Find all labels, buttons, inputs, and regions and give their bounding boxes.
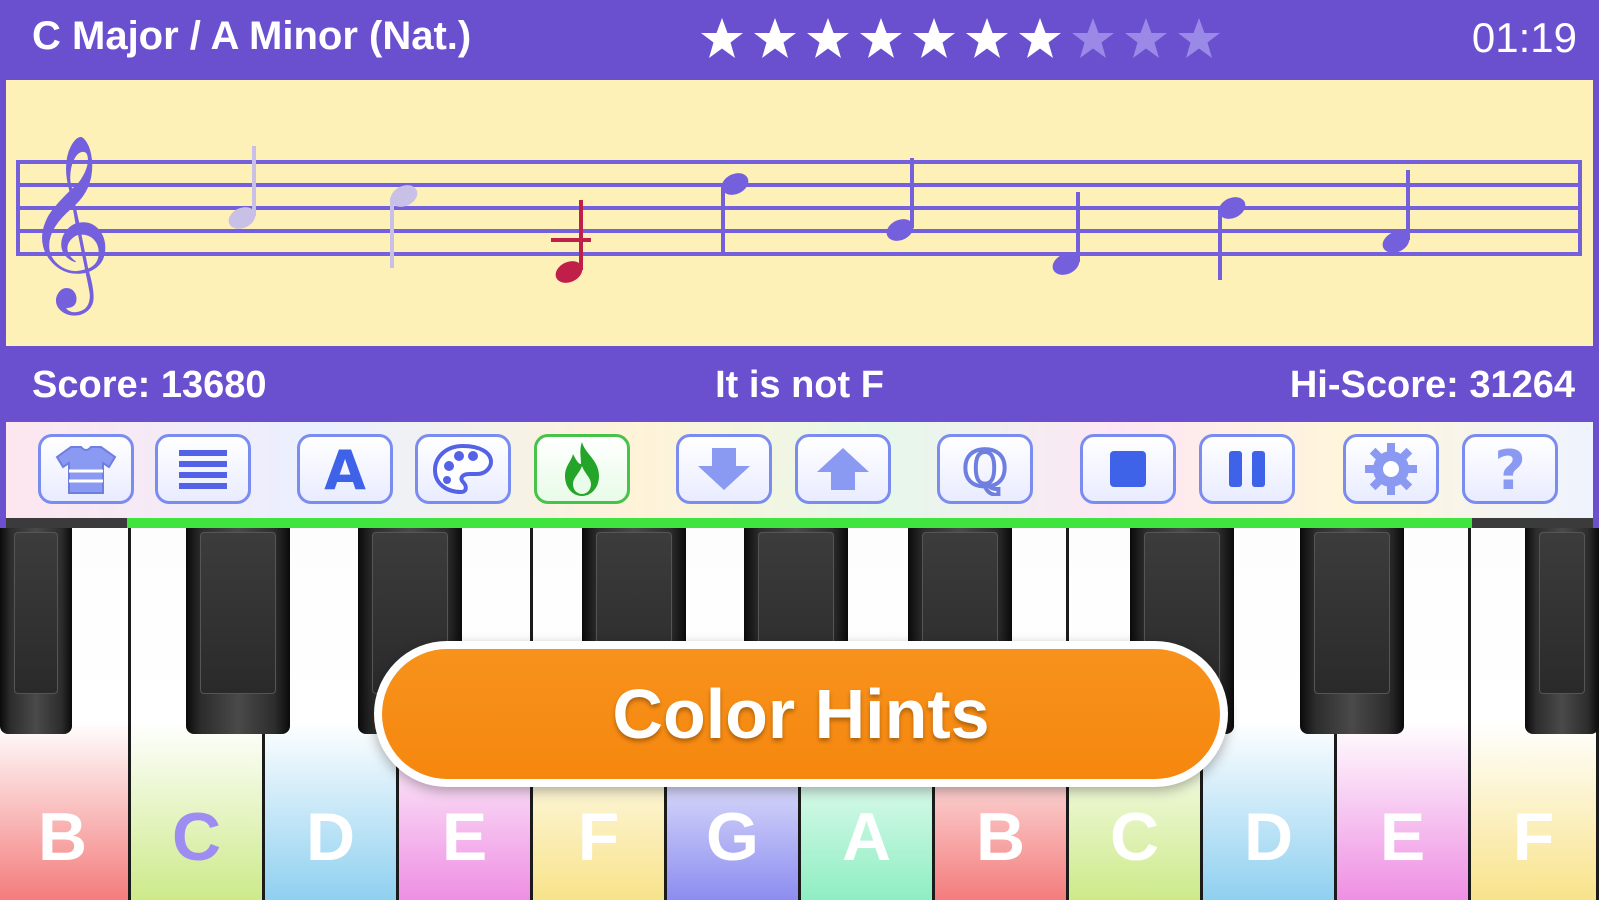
pause-icon [1229,451,1265,487]
shirt-icon [55,446,117,494]
key-letter: F [1512,799,1555,875]
key-letter: C [1109,799,1160,875]
note-pending [721,173,749,256]
star-rating [696,12,1226,68]
black-key[interactable] [1525,528,1599,734]
key-letter: A [841,799,892,875]
note-names-button[interactable]: A [297,434,393,504]
challenge-button[interactable] [534,434,630,504]
help-icon: ? [1494,441,1525,497]
key-letter: C [171,799,222,875]
stop-icon [1110,451,1146,487]
svg-text:?: ? [1494,441,1525,497]
quiz-q-icon: Q [961,442,1009,496]
note-pending [1052,192,1080,275]
key-letter: B [975,799,1026,875]
help-button[interactable]: ? [1462,434,1558,504]
key-letter: B [37,799,88,875]
svg-text:A: A [324,441,366,497]
note-pending [1218,197,1246,280]
note-faded [228,146,256,229]
key-letter: G [706,799,759,875]
notes [228,146,1410,283]
black-key[interactable] [1300,528,1404,734]
hiscore-label: Hi-Score: 31264 [1289,364,1575,406]
key-letter: D [1243,799,1294,875]
fire-icon [565,442,599,496]
star-filled-icon [1019,18,1061,58]
key-signature-title: C Major / A Minor (Nat.) [32,14,472,58]
staff-area: 𝄞 [6,80,1593,346]
menu-lines-icon [179,450,227,489]
key-letter: E [441,799,488,875]
star-filled-icon [966,18,1008,58]
note-pending [886,158,914,241]
black-key[interactable] [186,528,290,734]
note-wrong [551,200,591,283]
key-letter: E [1379,799,1426,875]
star-filled-icon [754,18,796,58]
arrow-up-icon [817,448,869,490]
key-letter: F [577,799,620,875]
letter-a-icon: A [324,441,366,497]
svg-text:Q: Q [963,442,1007,496]
star-empty-icon [1125,18,1167,58]
hint-text: Color Hints [612,675,990,753]
menu-button[interactable] [155,434,251,504]
octave-down-button[interactable] [676,434,772,504]
costume-button[interactable] [38,434,134,504]
star-empty-icon [1178,18,1220,58]
hint-banner: Color Hints [382,649,1220,779]
star-filled-icon [860,18,902,58]
music-staff: 𝄞 [16,134,1582,316]
octave-up-button[interactable] [795,434,891,504]
quiz-button[interactable]: Q [937,434,1033,504]
star-empty-icon [1072,18,1114,58]
pause-button[interactable] [1199,434,1295,504]
star-filled-icon [807,18,849,58]
stop-button[interactable] [1080,434,1176,504]
treble-clef-icon: 𝄞 [24,134,113,316]
settings-button[interactable] [1343,434,1439,504]
star-filled-icon [701,18,743,58]
gear-icon [1365,443,1417,495]
timer: 01:19 [1471,14,1577,61]
black-key[interactable] [0,528,72,734]
star-filled-icon [913,18,955,58]
key-letter: D [305,799,356,875]
palette-icon [432,443,494,495]
color-hints-button[interactable] [415,434,511,504]
arrow-down-icon [698,448,750,490]
progress-bar [127,518,1472,528]
